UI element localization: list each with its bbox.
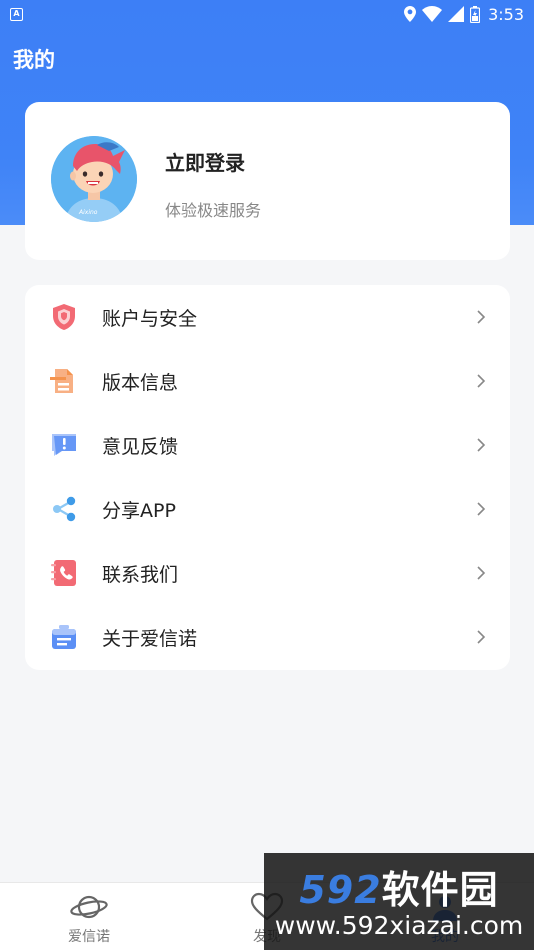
chevron-right-icon [477, 310, 486, 324]
battery-icon [470, 5, 481, 23]
menu-label-version-info: 版本信息 [102, 371, 179, 394]
page-title: 我的 [13, 48, 55, 72]
signal-icon [448, 6, 465, 22]
chevron-right-icon [477, 438, 486, 452]
watermark: 592软件园 www.592xiazai.com [264, 853, 534, 950]
wifi-icon [422, 6, 443, 22]
watermark-text: 软件园 [381, 868, 499, 912]
chevron-right-icon [477, 566, 486, 580]
menu-item-share-app[interactable]: 分享APP [25, 477, 510, 541]
document-icon [50, 369, 73, 393]
notification-icon: A [10, 7, 23, 21]
login-subtitle: 体验极速服务 [165, 201, 262, 220]
menu-label-feedback: 意见反馈 [102, 435, 179, 458]
avatar[interactable]: Aixino [51, 136, 137, 222]
status-bar: A 3:53 [0, 0, 534, 28]
menu-card: 账户与安全 版本信息 意见反馈 分享APP 联系我们 关于爱信诺 [25, 285, 510, 670]
menu-item-about[interactable]: 关于爱信诺 [25, 605, 510, 669]
menu-item-version-info[interactable]: 版本信息 [25, 349, 510, 413]
menu-item-feedback[interactable]: 意见反馈 [25, 413, 510, 477]
avatar-badge-text: Aixino [78, 209, 98, 216]
chevron-right-icon [477, 502, 486, 516]
menu-item-contact-us[interactable]: 联系我们 [25, 541, 510, 605]
menu-label-about: 关于爱信诺 [102, 627, 198, 650]
tab-home[interactable]: 爱信诺 [29, 883, 149, 950]
login-title[interactable]: 立即登录 [165, 147, 245, 176]
watermark-digits: 592 [299, 868, 382, 912]
phone-book-icon [51, 560, 76, 586]
shield-icon [53, 304, 75, 330]
menu-label-contact-us: 联系我们 [102, 563, 179, 586]
feedback-icon [52, 434, 76, 456]
watermark-url: www.592xiazai.com [274, 911, 524, 940]
planet-icon [70, 895, 108, 919]
location-icon [404, 6, 417, 22]
share-icon [53, 496, 76, 522]
menu-label-account-security: 账户与安全 [102, 307, 198, 330]
tab-label-home: 爱信诺 [68, 929, 110, 945]
chevron-right-icon [477, 374, 486, 388]
status-time: 3:53 [488, 4, 524, 24]
briefcase-icon [52, 625, 76, 649]
menu-item-account-security[interactable]: 账户与安全 [25, 285, 510, 349]
profile-card[interactable]: Aixino 立即登录 体验极速服务 [25, 102, 510, 260]
chevron-right-icon [477, 630, 486, 644]
watermark-brand: 592软件园 [264, 859, 534, 914]
menu-label-share-app: 分享APP [102, 499, 176, 522]
